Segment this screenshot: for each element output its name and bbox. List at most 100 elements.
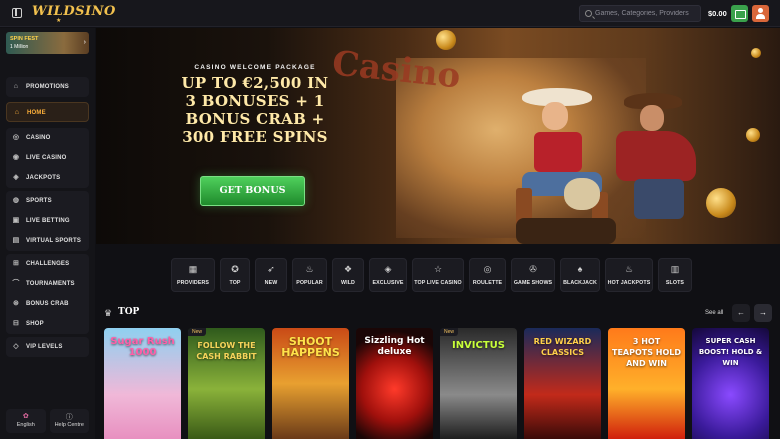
shop-icon: ⊟: [12, 320, 20, 327]
game-title: RED WIZARD CLASSICS: [533, 337, 592, 357]
sidebar-item-home[interactable]: ⌂ HOME: [6, 102, 89, 122]
promo-subtitle: 1 Million: [10, 44, 29, 50]
language-label: English: [16, 422, 35, 428]
rocket-icon: ➶: [267, 264, 275, 274]
game-tile[interactable]: SUPER CASH BOOST! HOLD & WIN: [692, 328, 769, 439]
search-icon: [585, 10, 592, 17]
category-blackjack[interactable]: ♠ BLACKJACK: [560, 258, 600, 292]
nav-group: ⌂ HOME: [6, 102, 89, 122]
sidebar-item-casino[interactable]: ◎ CASINO: [6, 128, 89, 148]
category-label: TOP: [229, 280, 241, 286]
category-label: ROULETTE: [472, 280, 503, 286]
nav-group: ◇ VIP LEVELS: [6, 337, 89, 357]
slot-icon: ▥: [670, 264, 680, 274]
category-label: POPULAR: [296, 280, 323, 286]
game-tile[interactable]: Sizzling Hot deluxe: [356, 328, 433, 439]
live-betting-icon: ▣: [12, 217, 20, 224]
sidebar-item-label: PROMOTIONS: [26, 84, 70, 90]
see-all-link[interactable]: See all: [705, 310, 723, 316]
category-label: WILD: [341, 280, 355, 286]
sidebar-toggle-icon[interactable]: [12, 8, 22, 18]
sidebar-item-virtual-sports[interactable]: ▤ VIRTUAL SPORTS: [6, 231, 89, 251]
sidebar-item-tournaments[interactable]: ⌒ TOURNAMENTS: [6, 274, 89, 294]
get-bonus-button[interactable]: GET BONUS: [200, 176, 305, 206]
sidebar-item-vip-levels[interactable]: ◇ VIP LEVELS: [6, 337, 89, 357]
sidebar-item-label: VIP LEVELS: [26, 344, 63, 350]
medal-icon: ✪: [231, 264, 239, 274]
nav-group: ⌂ PROMOTIONS: [6, 77, 89, 97]
category-wild[interactable]: ❖ WILD: [332, 258, 364, 292]
coin-icon: [746, 128, 760, 142]
sidebar-item-bonus-crab[interactable]: ⊛ BONUS CRAB: [6, 294, 89, 314]
coin-icon: [436, 30, 456, 50]
diamond-icon: ◇: [13, 343, 19, 350]
category-new[interactable]: ➶ NEW: [255, 258, 287, 292]
coin-icon: [706, 188, 736, 218]
category-slots[interactable]: ▥ SLOTS: [658, 258, 692, 292]
sidebar-item-live-betting[interactable]: ▣ LIVE BETTING: [6, 211, 89, 231]
game-tile[interactable]: RED WIZARD CLASSICS: [524, 328, 601, 439]
game-title: INVICTUS: [451, 340, 506, 351]
flame-jackpot-icon: ♨: [624, 264, 634, 274]
carousel-prev-button[interactable]: ←: [732, 304, 750, 322]
wallet-button[interactable]: [731, 5, 748, 22]
gift-icon: ⌂: [13, 83, 19, 90]
game-title: Sizzling Hot deluxe: [364, 336, 425, 357]
category-label: BLACKJACK: [563, 280, 597, 286]
category-label: GAME SHOWS: [513, 280, 553, 286]
sidebar-item-label: TOURNAMENTS: [26, 281, 75, 287]
game-tile[interactable]: New FOLLOW THE CASH RABBIT: [188, 328, 265, 439]
game-tile[interactable]: New INVICTUS: [440, 328, 517, 439]
trophy-icon: ♛: [104, 308, 113, 318]
sidebar-item-promotions[interactable]: ⌂ PROMOTIONS: [6, 77, 89, 97]
game-tile[interactable]: SHOOT HAPPENS: [272, 328, 349, 439]
category-top-live-casino[interactable]: ☆ TOP LIVE CASINO: [412, 258, 464, 292]
sidebar-item-sports[interactable]: ◍ SPORTS: [6, 191, 89, 211]
top-bar: WILDSINO ★ $0.00: [0, 0, 780, 27]
help-centre-button[interactable]: ⓘ Help Centre: [49, 409, 89, 433]
sidebar: SPIN FEST 1 Million › ⌂ PROMOTIONS ⌂ HOME ◎ C…: [0, 28, 95, 439]
category-top[interactable]: ✪ TOP: [220, 258, 250, 292]
star-icon: ☆: [433, 264, 443, 274]
help-label: Help Centre: [54, 422, 84, 428]
nav-group: ◍ SPORTS ▣ LIVE BETTING ▤ VIRTUAL SPORTS: [6, 191, 89, 251]
search-input[interactable]: [595, 7, 699, 20]
banner-kicker: CASINO WELCOME PACKAGE: [194, 64, 316, 71]
sidebar-item-challenges[interactable]: ⊞ CHALLENGES: [6, 254, 89, 274]
search-box[interactable]: [579, 5, 701, 22]
home-icon: ⌂: [14, 109, 20, 116]
category-roulette[interactable]: ◎ ROULETTE: [469, 258, 506, 292]
category-game-shows[interactable]: ✇ GAME SHOWS: [511, 258, 555, 292]
sidebar-item-shop[interactable]: ⊟ SHOP: [6, 314, 89, 334]
language-button[interactable]: ✿ English: [6, 409, 46, 433]
sidebar-item-live-casino[interactable]: ◉ LIVE CASINO: [6, 148, 89, 168]
logo-star-icon: ★: [56, 18, 62, 24]
category-exclusive[interactable]: ◈ EXCLUSIVE: [369, 258, 407, 292]
sidebar-item-label: SPORTS: [26, 198, 52, 204]
category-hot-jackpots[interactable]: ♨ HOT JACKPOTS: [605, 258, 653, 292]
category-popular[interactable]: ♨ POPULAR: [292, 258, 327, 292]
category-providers[interactable]: ▦ PROVIDERS: [171, 258, 215, 292]
balance-display: $0.00: [708, 9, 727, 18]
game-title: FOLLOW THE CASH RABBIT: [196, 341, 257, 361]
ball-icon: ◍: [12, 197, 20, 204]
crab-icon: ⊛: [12, 300, 20, 307]
challenge-icon: ⊞: [12, 260, 20, 267]
carousel-next-button[interactable]: →: [754, 304, 772, 322]
hero-banner[interactable]: Casino CASINO WELCOME PACKAGE UP TO €2,5…: [96, 28, 780, 244]
game-title: Sugar Rush 1000: [110, 336, 175, 358]
gem-icon: ◈: [384, 264, 392, 274]
nav-group: ⊞ CHALLENGES ⌒ TOURNAMENTS ⊛ BONUS CRAB ⊟ SHOP: [6, 254, 89, 334]
category-label: TOP LIVE CASINO: [414, 280, 462, 286]
grid-icon: ▦: [188, 264, 198, 274]
category-label: PROVIDERS: [176, 280, 210, 286]
game-tile[interactable]: Sugar Rush 1000: [104, 328, 181, 439]
user-profile-button[interactable]: [752, 5, 769, 22]
banner-headline: UP TO €2,500 IN 3 BONUSES + 1 BONUS CRAB…: [181, 74, 329, 146]
jackpot-icon: ◈: [13, 174, 19, 181]
promo-title: SPIN FEST: [10, 36, 39, 42]
site-logo[interactable]: WILDSINO: [32, 4, 116, 19]
game-tile[interactable]: 3 HOT TEAPOTS HOLD AND WIN: [608, 328, 685, 439]
sidebar-item-jackpots[interactable]: ◈ JACKPOTS: [6, 168, 89, 188]
promo-card-spin-fest[interactable]: SPIN FEST 1 Million ›: [6, 32, 89, 54]
